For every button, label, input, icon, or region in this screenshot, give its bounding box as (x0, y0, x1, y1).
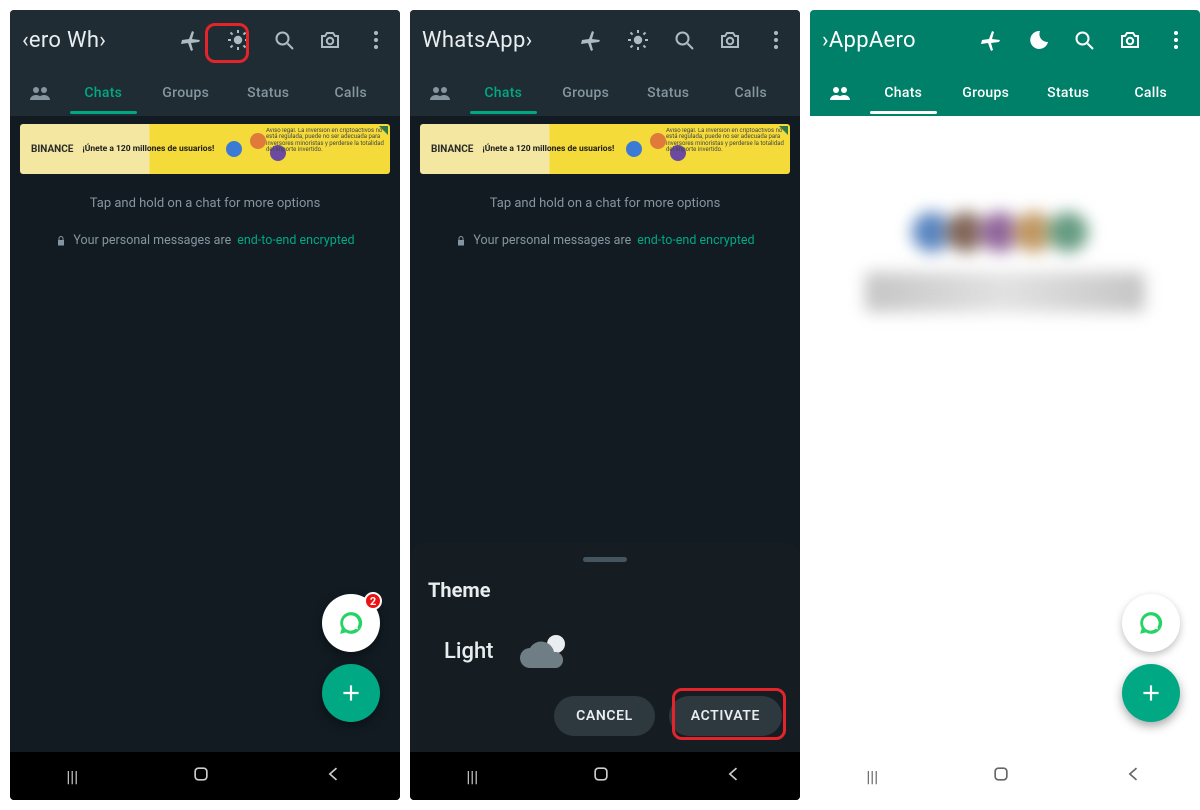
lock-icon (55, 235, 67, 247)
enc-link[interactable]: end-to-end encrypted (237, 233, 354, 248)
top-bar: WhatsApp› (410, 10, 800, 70)
ad-text: ¡Únete a 120 millones de usuarios! (82, 145, 214, 154)
ad-banner[interactable]: BINANCE ¡Únete a 120 millones de usuario… (420, 124, 790, 174)
app-title: WhatsApp› (422, 28, 533, 53)
sun-icon[interactable] (626, 28, 650, 52)
tab-community[interactable] (18, 68, 62, 118)
plane-icon[interactable] (180, 28, 204, 52)
tab-groups[interactable]: Groups (145, 72, 228, 114)
tab-chats[interactable]: Chats (462, 72, 545, 114)
nav-recents[interactable]: ||| (466, 767, 478, 786)
android-navbar: ||| (410, 752, 800, 800)
ad-text: ¡Únete a 120 millones de usuarios! (482, 145, 614, 154)
fab-badge: 2 (364, 592, 382, 610)
ad-disclaimer: Aviso legal. La inversión en criptoactiv… (266, 128, 386, 170)
search-icon[interactable] (272, 28, 296, 52)
ad-brand: BINANCE (428, 142, 476, 157)
screen-1: ‹ero Wh› Chats Groups Status Calls BINAN… (10, 10, 400, 800)
tab-chats[interactable]: Chats (862, 72, 945, 114)
cloud-sun-icon (516, 630, 572, 672)
whatsapp-fab[interactable]: 2 (322, 594, 380, 652)
new-chat-fab[interactable] (1122, 664, 1180, 722)
tab-status[interactable]: Status (227, 72, 310, 114)
hint-text: Tap and hold on a chat for more options (10, 180, 400, 229)
tab-groups[interactable]: Groups (545, 72, 628, 114)
enc-link[interactable]: end-to-end encrypted (637, 233, 754, 248)
search-icon[interactable] (672, 28, 696, 52)
whatsapp-fab[interactable] (1122, 594, 1180, 652)
tab-calls[interactable]: Calls (1110, 72, 1193, 114)
tab-community[interactable] (418, 68, 462, 118)
tab-bar: Chats Groups Status Calls (10, 70, 400, 116)
tab-calls[interactable]: Calls (310, 72, 393, 114)
encryption-notice: Your personal messages are end-to-end en… (10, 229, 400, 252)
camera-icon[interactable] (1118, 28, 1142, 52)
enc-prefix: Your personal messages are (73, 233, 231, 248)
ad-banner[interactable]: BINANCE ¡Únete a 120 millones de usuario… (20, 124, 390, 174)
camera-icon[interactable] (718, 28, 742, 52)
android-navbar: ||| (810, 752, 1200, 800)
tab-bar: Chats Groups Status Calls (810, 70, 1200, 116)
theme-option-label: Light (444, 639, 494, 664)
nav-home[interactable] (191, 764, 211, 788)
nav-recents[interactable]: ||| (866, 767, 878, 786)
nav-back[interactable] (324, 764, 344, 788)
new-chat-fab[interactable] (322, 664, 380, 722)
adchoices-icon[interactable] (379, 126, 388, 135)
app-title: ‹ero Wh› (22, 28, 106, 53)
nav-back[interactable] (724, 764, 744, 788)
highlight-sun (205, 23, 249, 63)
nav-home[interactable] (591, 764, 611, 788)
sheet-handle[interactable] (583, 557, 627, 562)
enc-prefix: Your personal messages are (473, 233, 631, 248)
camera-icon[interactable] (318, 28, 342, 52)
hint-text: Tap and hold on a chat for more options (410, 180, 800, 229)
tab-groups[interactable]: Groups (945, 72, 1028, 114)
highlight-activate (672, 688, 786, 740)
nav-home[interactable] (991, 764, 1011, 788)
tab-status[interactable]: Status (627, 72, 710, 114)
tab-community[interactable] (818, 68, 862, 118)
nav-recents[interactable]: ||| (66, 767, 78, 786)
more-icon[interactable] (364, 28, 388, 52)
more-icon[interactable] (764, 28, 788, 52)
blurred-content (840, 210, 1170, 390)
tab-chats[interactable]: Chats (62, 72, 145, 114)
plane-icon[interactable] (980, 28, 1004, 52)
ad-disclaimer: Aviso legal. La inversión en criptoactiv… (666, 128, 786, 170)
tab-bar: Chats Groups Status Calls (410, 70, 800, 116)
more-icon[interactable] (1164, 28, 1188, 52)
search-icon[interactable] (1072, 28, 1096, 52)
nav-back[interactable] (1124, 764, 1144, 788)
tab-status[interactable]: Status (1027, 72, 1110, 114)
adchoices-icon[interactable] (779, 126, 788, 135)
top-bar: ›AppAero (810, 10, 1200, 70)
cancel-button[interactable]: CANCEL (554, 696, 655, 736)
screen-2: WhatsApp› Chats Groups Status Calls BINA… (410, 10, 800, 800)
android-navbar: ||| (10, 752, 400, 800)
plane-icon[interactable] (580, 28, 604, 52)
tab-calls[interactable]: Calls (710, 72, 793, 114)
screen-3: ›AppAero Chats Groups Status Calls ||| (810, 10, 1200, 800)
theme-option-light[interactable]: Light (428, 622, 782, 696)
lock-icon (455, 235, 467, 247)
moon-icon[interactable] (1026, 28, 1050, 52)
encryption-notice: Your personal messages are end-to-end en… (410, 229, 800, 252)
ad-brand: BINANCE (28, 142, 76, 157)
sheet-title: Theme (428, 578, 782, 602)
app-title: ›AppAero (822, 28, 916, 53)
